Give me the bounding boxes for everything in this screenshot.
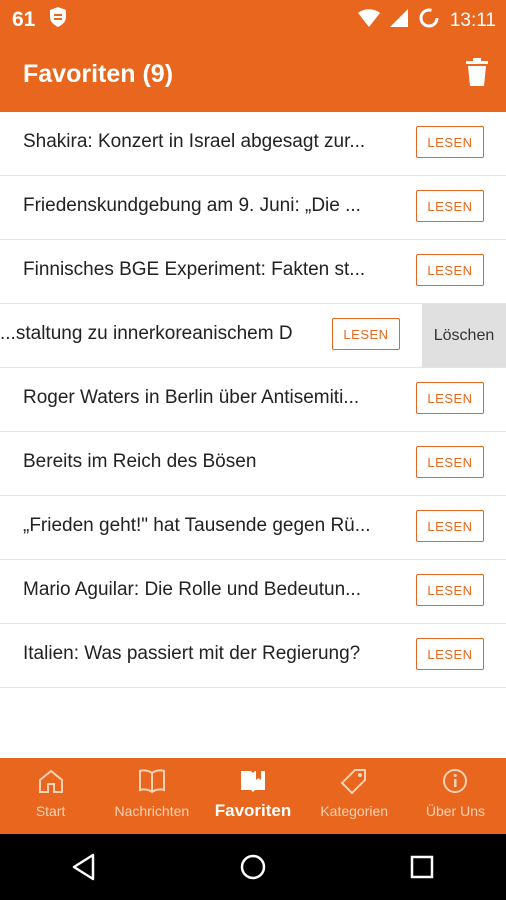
list-item[interactable]: Friedenskundgebung am 9. Juni: „Die ... … [0, 176, 506, 240]
list-item-title: Friedenskundgebung am 9. Juni: „Die ... [23, 195, 361, 216]
read-button[interactable]: LESEN [416, 638, 484, 670]
page-title: Favoriten (9) [23, 60, 174, 88]
app-notification-icon [49, 7, 67, 33]
list-item[interactable]: Bereits im Reich des Bösen LESEN [0, 432, 506, 496]
nav-nachrichten[interactable]: Nachrichten [101, 758, 202, 834]
list-item[interactable]: Mario Aguilar: Die Rolle und Bedeutun...… [0, 560, 506, 624]
home-button-icon[interactable] [223, 837, 283, 897]
list-item[interactable]: „Frieden geht!" hat Tausende gegen Rü...… [0, 496, 506, 560]
app-bar: Favoriten (9) [0, 38, 506, 112]
list-item-swiped[interactable]: staltung zu innerkoreanischem D... LESEN… [0, 304, 506, 368]
list-item[interactable]: Finnisches BGE Experiment: Fakten st... … [0, 240, 506, 304]
list-item-title: Roger Waters in Berlin über Antisemiti..… [23, 387, 360, 408]
bookmark-book-icon [239, 768, 267, 799]
read-button[interactable]: LESEN [416, 126, 484, 158]
nav-ueber-uns[interactable]: Über Uns [405, 758, 506, 834]
list-item-title: staltung zu innerkoreanischem D... [0, 323, 293, 344]
signal-icon [389, 9, 408, 33]
back-icon[interactable] [54, 837, 114, 897]
delete-button[interactable]: Löschen [422, 304, 506, 367]
read-button[interactable]: LESEN [332, 318, 400, 350]
battery-icon [418, 7, 440, 35]
list-item-title: Bereits im Reich des Bösen [23, 451, 257, 472]
list-item-title: „Frieden geht!" hat Tausende gegen Rü... [23, 515, 371, 536]
nav-nachrichten-label: Nachrichten [114, 803, 190, 819]
list-item[interactable]: Shakira: Konzert in Israel abgesagt zur.… [0, 112, 506, 176]
list-item-title: Shakira: Konzert in Israel abgesagt zur.… [23, 131, 366, 152]
read-button[interactable]: LESEN [416, 190, 484, 222]
list-item-title: Mario Aguilar: Die Rolle und Bedeutun... [23, 579, 361, 600]
favorites-list: Shakira: Konzert in Israel abgesagt zur.… [0, 112, 506, 688]
nav-start[interactable]: Start [0, 758, 101, 834]
notification-count: 61 [12, 8, 36, 31]
info-icon [441, 768, 469, 799]
nav-favoriten[interactable]: Favoriten [202, 758, 303, 834]
trash-icon[interactable] [466, 58, 488, 91]
read-button[interactable]: LESEN [416, 446, 484, 478]
bottom-navigation: Start Nachrichten Favoriten Kategorien Ü… [0, 758, 506, 834]
status-bar: 61 13:11 [0, 0, 506, 38]
recents-icon[interactable] [392, 837, 452, 897]
read-button[interactable]: LESEN [416, 574, 484, 606]
list-item[interactable]: Italien: Was passiert mit der Regierung?… [0, 624, 506, 688]
read-button[interactable]: LESEN [416, 382, 484, 414]
tag-icon [340, 768, 368, 799]
clock-time: 13:11 [449, 10, 496, 31]
nav-favoriten-label: Favoriten [214, 801, 292, 820]
system-navigation-bar [0, 834, 506, 900]
home-icon [37, 768, 65, 799]
read-button[interactable]: LESEN [416, 510, 484, 542]
list-item[interactable]: Roger Waters in Berlin über Antisemiti..… [0, 368, 506, 432]
list-item-title: Finnisches BGE Experiment: Fakten st... [23, 259, 366, 280]
nav-ueber-uns-label: Über Uns [425, 803, 485, 819]
nav-start-label: Start [35, 803, 66, 819]
list-item-title: Italien: Was passiert mit der Regierung? [23, 643, 361, 664]
wifi-icon [357, 9, 380, 33]
book-open-icon [138, 768, 166, 799]
nav-kategorien-label: Kategorien [320, 803, 389, 819]
nav-kategorien[interactable]: Kategorien [304, 758, 405, 834]
read-button[interactable]: LESEN [416, 254, 484, 286]
